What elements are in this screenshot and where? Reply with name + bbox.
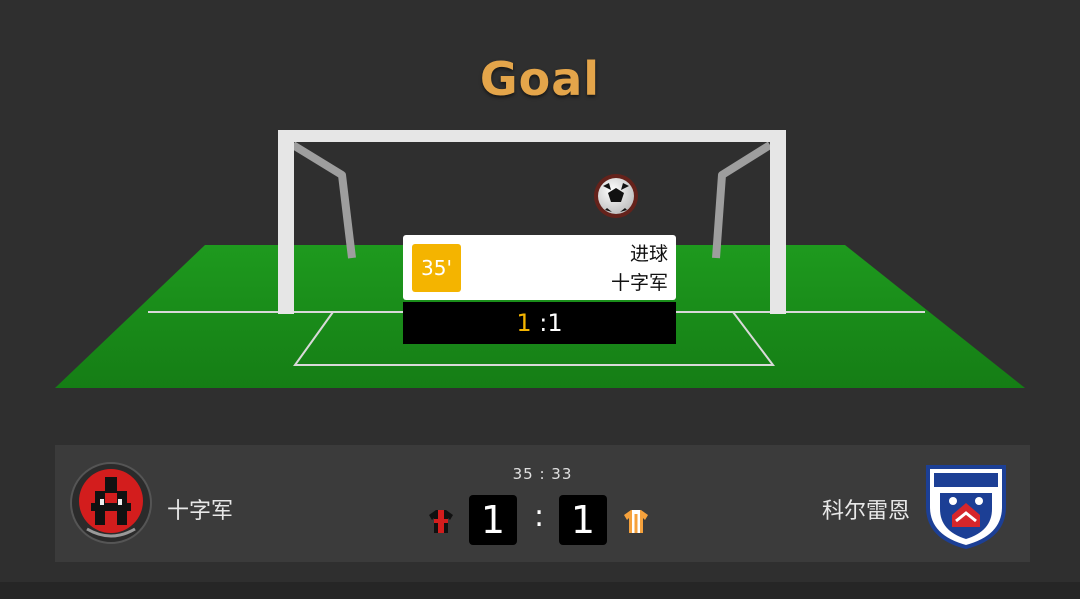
away-kit-icon: [624, 510, 648, 533]
match-scoreboard: 十字军 35 : 33 1 : 1 科尔雷恩: [55, 445, 1030, 562]
event-score-home: 1: [516, 309, 532, 337]
away-team-name[interactable]: 科尔雷恩: [822, 493, 910, 525]
bottom-strip: [0, 582, 1080, 599]
event-minute-badge: 35': [412, 244, 461, 292]
right-post: [770, 130, 786, 314]
home-kit-icon: [429, 510, 453, 533]
net-support-right: [712, 141, 773, 259]
event-score-away: 1: [547, 309, 563, 337]
left-post: [278, 130, 294, 314]
away-score: 1: [559, 495, 607, 545]
event-score: 1 :1: [403, 302, 676, 344]
goal-event-card: 35' 进球 十字军: [403, 235, 676, 300]
home-team-name[interactable]: 十字军: [167, 493, 233, 525]
goal-animation-stage: Goal 35' 进球 十字军 1 :1: [0, 0, 1080, 430]
home-score: 1: [469, 495, 517, 545]
away-team-logo[interactable]: [920, 457, 1012, 549]
soccer-ball-icon: [594, 174, 638, 218]
event-team-label: 十字军: [610, 272, 668, 294]
match-clock: 35 : 33: [512, 465, 573, 483]
goal-banner-title: Goal: [479, 52, 601, 106]
event-type-label: 进球: [629, 243, 668, 265]
net-support-left: [290, 141, 356, 259]
score-separator: :: [534, 499, 545, 534]
crossbar: [278, 130, 786, 142]
